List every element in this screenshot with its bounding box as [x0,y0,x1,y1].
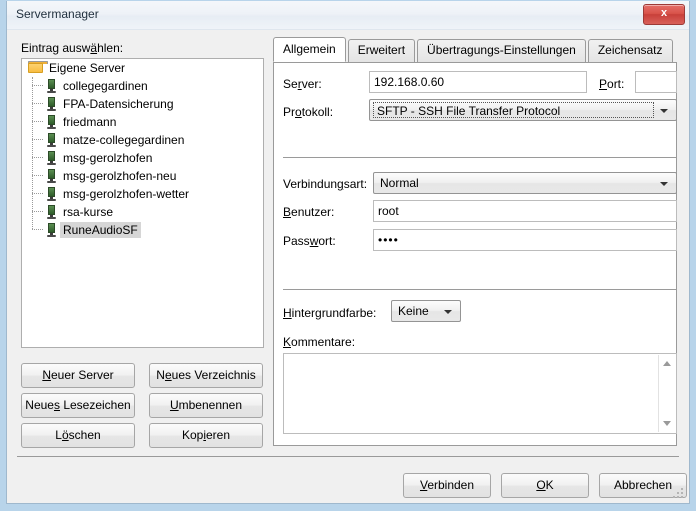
password-input[interactable]: •••• [373,229,677,251]
bgcolor-label: Hintergrundfarbe: [283,306,377,320]
tree-item-label: msg-gerolzhofen-wetter [63,187,190,201]
tab-bar: Allgemein Erweitert Übertragungs-Einstel… [273,37,675,63]
cancel-label: Abbrechen [613,478,673,492]
tree-item[interactable]: msg-gerolzhofen-wetter [22,185,263,203]
tree-item[interactable]: msg-gerolzhofen-neu [22,167,263,185]
rename-button[interactable]: Umbenennen [149,393,263,418]
server-icon [46,97,58,111]
tree-branch-icon [32,193,43,194]
tree-item-label: FPA-Datensicherung [63,97,174,111]
tree-branch-icon [32,211,43,212]
tab-label: Allgemein [283,42,336,56]
separator-top [283,157,677,158]
close-icon: x [660,7,668,19]
dialog-window: Servermanager x Eintrag auswählen: Eigen… [0,0,696,511]
tree-root-label: Eigene Server [49,61,126,75]
tree-item-selected[interactable]: RuneAudioSF [22,221,263,239]
protocol-value: SFTP - SSH File Transfer Protocol [373,102,654,118]
tree-item-label: msg-gerolzhofen-neu [63,169,177,183]
tab-label: Übertragungs-Einstellungen [427,43,576,57]
server-icon [46,115,58,129]
protocol-label: Protokoll: [283,105,334,119]
tab-erweitert[interactable]: Erweitert [347,39,416,62]
comments-scrollbar[interactable] [658,355,675,432]
tree-branch-icon [32,139,43,140]
tree-branch-icon [32,157,43,158]
user-label: Benutzer: [283,205,335,219]
tree-item-label: rsa-kurse [63,205,114,219]
user-input[interactable] [373,200,677,222]
footer-separator [17,456,679,457]
chevron-down-icon [444,310,452,314]
copy-button[interactable]: Kopieren [149,423,263,448]
new-server-button[interactable]: Neuer Server [21,363,135,388]
logontype-label: Verbindungsart: [283,177,368,191]
tab-label: Zeichensatz [597,43,663,57]
resize-grip-icon[interactable] [673,488,685,500]
comments-textarea[interactable] [283,353,677,434]
tree-item[interactable]: msg-gerolzhofen [22,149,263,167]
connect-button[interactable]: Verbinden [403,473,491,498]
tree-item[interactable]: FPA-Datensicherung [22,95,263,113]
tab-zeichensatz[interactable]: Zeichensatz [587,39,673,62]
tree-item[interactable]: friedmann [22,113,263,131]
port-label: Port: [599,77,625,91]
server-tree[interactable]: Eigene Server collegegardinen FPA-Datens… [21,58,264,348]
tree-item[interactable]: rsa-kurse [22,203,263,221]
select-entry-label: Eintrag auswählen: [21,41,124,55]
tree-item[interactable]: matze-collegegardinen [22,131,263,149]
close-button[interactable]: x [643,4,685,25]
delete-button[interactable]: Löschen [21,423,135,448]
tree-item-label: collegegardinen [63,79,148,93]
server-icon [46,205,58,219]
server-icon [46,79,58,93]
bgcolor-select[interactable]: Keine [391,300,461,322]
tab-uebertragungs-einstellungen[interactable]: Übertragungs-Einstellungen [417,39,586,62]
tree-item-label: friedmann [63,115,117,129]
scroll-up-icon[interactable] [663,361,671,366]
chevron-down-icon [660,109,668,113]
ok-button[interactable]: OK [501,473,589,498]
window-title: Servermanager [16,7,99,21]
tree-branch-icon [32,229,43,230]
tree-item-label: msg-gerolzhofen [63,151,153,165]
tree-branch-icon [32,175,43,176]
port-input[interactable] [635,71,677,93]
tree-item[interactable]: collegegardinen [22,77,263,95]
tree-item-label: RuneAudioSF [60,222,141,238]
server-icon [46,169,58,183]
folder-icon [28,61,48,74]
server-icon [46,133,58,147]
bgcolor-value: Keine [398,304,429,318]
dialog-frame: Servermanager x Eintrag auswählen: Eigen… [6,1,690,504]
server-label: Server: [283,77,322,91]
tab-label: Erweitert [357,43,406,57]
tree-root-item[interactable]: Eigene Server [22,59,263,77]
tree-branch-icon [32,103,43,104]
new-bookmark-button[interactable]: Neues Lesezeichen [21,393,135,418]
protocol-select[interactable]: SFTP - SSH File Transfer Protocol [369,99,677,121]
server-icon [46,187,58,201]
tree-branch-icon [32,121,43,122]
new-folder-button[interactable]: Neues Verzeichnis [149,363,263,388]
server-input[interactable] [369,71,587,93]
chevron-down-icon [660,182,668,186]
tab-allgemein[interactable]: Allgemein [273,37,346,62]
server-icon [46,151,58,165]
scroll-down-icon[interactable] [663,421,671,426]
tree-branch-icon [32,85,43,86]
logontype-value: Normal [380,176,419,190]
password-label: Passwort: [283,234,336,248]
comments-label: Kommentare: [283,335,356,349]
tree-item-label: matze-collegegardinen [63,133,185,147]
server-icon [46,223,58,237]
separator-bottom [283,289,677,290]
logontype-select[interactable]: Normal [373,172,677,194]
title-bar: Servermanager x [7,1,689,30]
